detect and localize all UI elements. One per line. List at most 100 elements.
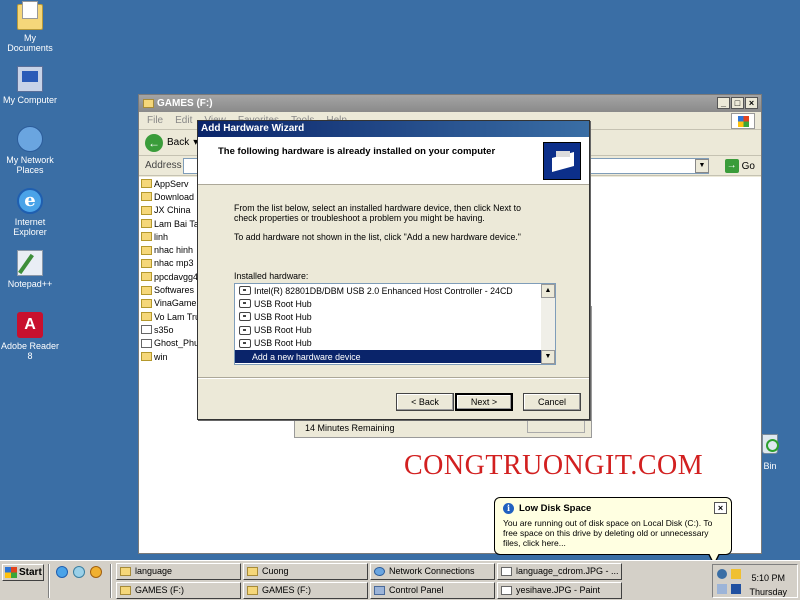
menu-file[interactable]: File <box>147 112 163 129</box>
file-name: Ghost_Phu <box>154 338 200 349</box>
desktop-icon-my-computer[interactable]: My Computer <box>0 66 60 105</box>
explorer-title-bar[interactable]: GAMES (F:) _ □ × <box>139 95 761 112</box>
adobe-reader-icon: A <box>17 312 43 338</box>
taskbar-button-games-1[interactable]: GAMES (F:) <box>116 582 241 599</box>
folder-name: Vo Lam Tru <box>154 311 201 322</box>
back-button[interactable]: ← Back ▾ <box>145 133 198 152</box>
folder-list: AppServ Download JX China Lam Bai Tap li… <box>141 177 201 363</box>
close-button[interactable]: × <box>745 97 758 109</box>
folder-name: linh <box>154 231 169 242</box>
folder-icon <box>120 567 131 576</box>
installed-hardware-label: Installed hardware: <box>234 271 309 281</box>
go-button[interactable]: → Go <box>724 159 755 173</box>
security-tray-icon[interactable] <box>731 584 741 594</box>
desktop-icon-my-network-places[interactable]: My Network Places <box>0 126 60 175</box>
show-desktop-icon[interactable] <box>73 566 85 578</box>
scroll-down-icon[interactable]: ▼ <box>541 350 555 364</box>
task-label: Cuong <box>262 566 289 576</box>
taskbar-button-network-connections[interactable]: Network Connections <box>370 563 495 580</box>
list-item[interactable]: nhac hinh <box>141 243 201 256</box>
list-item[interactable]: nhac mp3 <box>141 257 201 270</box>
desktop-icon-recycle-bin[interactable]: le Bin <box>754 434 800 471</box>
add-new-hardware-item[interactable]: Add a new hardware device <box>235 349 541 364</box>
taskbar-button-yesihave-paint[interactable]: yesihave.JPG - Paint <box>497 582 622 599</box>
list-item[interactable]: Lam Bai Tap <box>141 217 201 230</box>
wizard-title[interactable]: Add Hardware Wizard <box>198 121 589 137</box>
list-item[interactable]: USB Root Hub <box>235 337 555 350</box>
clock[interactable]: 5:10 PM Thursday <box>749 571 787 599</box>
folder-icon <box>141 352 152 361</box>
folder-icon <box>141 179 152 189</box>
time-remaining: 14 Minutes Remaining <box>305 423 395 433</box>
add-hardware-wizard[interactable]: Add Hardware Wizard The following hardwa… <box>197 120 590 420</box>
list-item[interactable]: s35o <box>141 323 201 336</box>
back-button-wizard[interactable]: < Back <box>396 393 454 411</box>
info-icon: i <box>503 503 514 514</box>
desktop-icon-notepad-plus-plus[interactable]: Notepad++ <box>0 250 60 289</box>
copy-cancel-button[interactable] <box>527 419 585 433</box>
task-label: language <box>135 566 173 576</box>
desktop-icon-internet-explorer[interactable]: e Internet Explorer <box>0 188 60 237</box>
ie-quicklaunch-icon[interactable] <box>56 566 68 578</box>
list-item[interactable]: USB Root Hub <box>235 324 555 337</box>
list-item[interactable]: linh <box>141 230 201 243</box>
address-dropdown-button[interactable]: ▼ <box>695 159 709 173</box>
folder-name: Download <box>154 191 195 202</box>
menu-edit[interactable]: Edit <box>175 112 192 129</box>
volume-tray-icon[interactable] <box>717 584 727 594</box>
media-player-icon[interactable] <box>90 566 102 578</box>
folder-name: JX China <box>154 205 191 216</box>
balloon-text[interactable]: You are running out of disk space on Loc… <box>503 518 723 548</box>
windows-flag-icon <box>5 567 17 578</box>
toolbar-grip[interactable] <box>48 564 50 598</box>
taskbar-button-control-panel[interactable]: Control Panel <box>370 582 495 599</box>
installed-hardware-list[interactable]: Intel(R) 82801DB/DBM USB 2.0 Enhanced Ho… <box>234 283 556 365</box>
toolbar-grip[interactable] <box>110 564 112 598</box>
desktop-icon-my-documents[interactable]: My Documents <box>0 1 60 53</box>
drive-icon <box>247 586 258 595</box>
folder-icon <box>141 219 152 229</box>
taskbar-button-cuong[interactable]: Cuong <box>243 563 368 580</box>
usb-icon <box>239 286 251 296</box>
list-item[interactable]: Vo Lam Tru <box>141 310 201 323</box>
network-tray-icon[interactable] <box>717 569 727 579</box>
list-item[interactable]: AppServ <box>141 177 201 190</box>
list-item[interactable]: Ghost_Phu <box>141 337 201 350</box>
list-item[interactable]: JX China <box>141 204 201 217</box>
desktop-icon-label: My Documents <box>7 33 53 53</box>
list-item[interactable]: VinaGame <box>141 297 201 310</box>
desktop-icon-adobe-reader[interactable]: A Adobe Reader 8 <box>0 312 60 361</box>
back-arrow-icon: ← <box>145 133 163 152</box>
task-label: language_cdrom.JPG - ... <box>516 566 619 576</box>
wizard-heading: The following hardware is already instal… <box>218 146 496 157</box>
next-button[interactable]: Next > <box>455 393 513 411</box>
list-item[interactable]: USB Root Hub <box>235 297 555 310</box>
list-item[interactable]: USB Root Hub <box>235 310 555 323</box>
close-icon[interactable]: × <box>714 502 727 514</box>
list-item[interactable]: ppcdavgg4 <box>141 270 201 283</box>
paint-icon <box>501 567 512 576</box>
start-button[interactable]: Start <box>2 564 44 581</box>
hardware-name: USB Root Hub <box>254 325 312 336</box>
maximize-button[interactable]: □ <box>731 97 744 109</box>
hardware-name: USB Root Hub <box>254 298 312 309</box>
list-item[interactable]: Download <box>141 190 201 203</box>
warning-tray-icon[interactable] <box>731 569 741 579</box>
list-item[interactable]: Softwares <box>141 283 201 296</box>
taskbar-button-games-2[interactable]: GAMES (F:) <box>243 582 368 599</box>
taskbar-button-language-cdrom[interactable]: language_cdrom.JPG - ... <box>497 563 622 580</box>
taskbar-button-language[interactable]: language <box>116 563 241 580</box>
desktop-icon-label: Internet Explorer <box>13 217 47 237</box>
folder-name: win <box>154 351 168 362</box>
file-icon <box>141 338 152 348</box>
hardware-icon <box>543 142 581 180</box>
hardware-name: USB Root Hub <box>254 338 312 349</box>
scroll-up-icon[interactable]: ▲ <box>541 284 555 298</box>
cancel-button[interactable]: Cancel <box>523 393 581 411</box>
low-disk-space-balloon[interactable]: i Low Disk Space You are running out of … <box>494 497 732 555</box>
list-scrollbar[interactable]: ▲ ▼ <box>541 284 555 364</box>
list-item[interactable]: win <box>141 350 201 363</box>
minimize-button[interactable]: _ <box>717 97 730 109</box>
list-item[interactable]: Intel(R) 82801DB/DBM USB 2.0 Enhanced Ho… <box>235 284 555 297</box>
task-label: GAMES (F:) <box>262 585 311 595</box>
